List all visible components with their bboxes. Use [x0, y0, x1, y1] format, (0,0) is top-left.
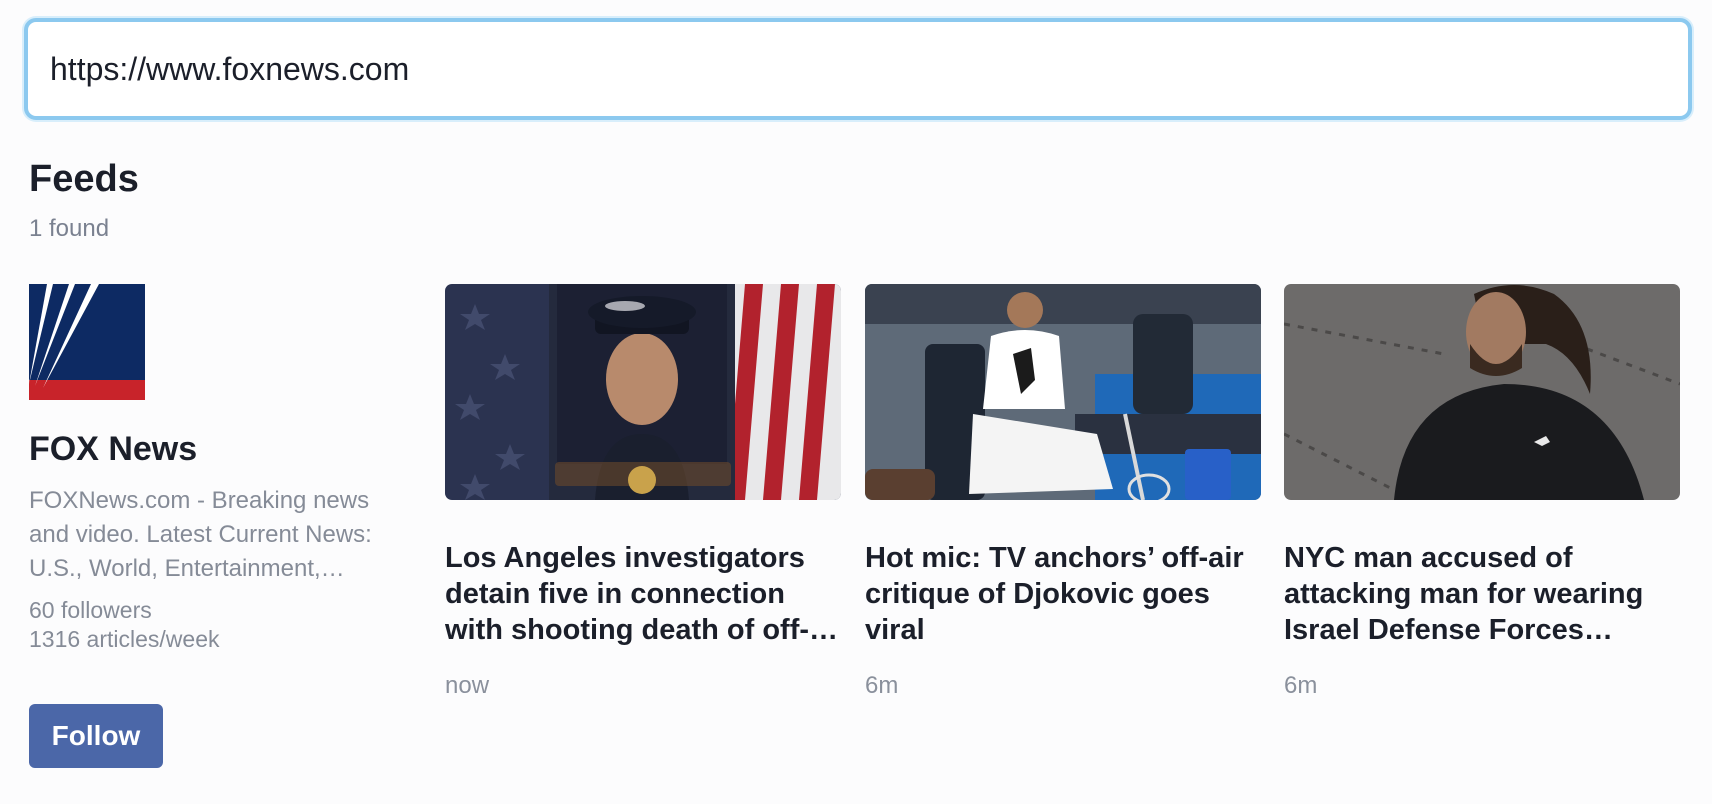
followers-count: 60 followers — [29, 597, 152, 623]
article-card[interactable]: NYC man accused of attacking man for wea… — [1284, 284, 1680, 700]
article-title[interactable]: Hot mic: TV anchors’ off-air critique of… — [865, 540, 1261, 648]
url-input[interactable] — [50, 50, 1688, 88]
article-time: 6m — [865, 672, 899, 699]
follow-button[interactable]: Follow — [29, 704, 163, 768]
article-card[interactable]: Hot mic: TV anchors’ off-air critique of… — [865, 284, 1261, 700]
feed-name[interactable]: FOX News — [29, 430, 197, 469]
section-title: Feeds — [29, 158, 139, 200]
article-card[interactable]: Los Angeles investigators detain five in… — [445, 284, 841, 700]
feed-card: FOX News FOXNews.com - Breaking news and… — [29, 284, 409, 768]
article-time: 6m — [1284, 672, 1318, 699]
result-count: 1 found — [29, 215, 110, 242]
officer-portrait-image[interactable] — [445, 284, 841, 500]
tennis-player-image[interactable] — [865, 284, 1261, 500]
fox-news-logo-icon[interactable] — [29, 284, 145, 400]
man-in-hoodie-image[interactable] — [1284, 284, 1680, 500]
feed-stats: 60 followers 1316 articles/week — [29, 596, 220, 654]
articles-per-week: 1316 articles/week — [29, 626, 220, 652]
url-bar[interactable] — [24, 18, 1692, 120]
article-title[interactable]: NYC man accused of attacking man for wea… — [1284, 540, 1680, 648]
article-time: now — [445, 672, 490, 699]
feed-description: FOXNews.com - Breaking news and video. L… — [29, 487, 372, 582]
article-title[interactable]: Los Angeles investigators detain five in… — [445, 540, 841, 648]
